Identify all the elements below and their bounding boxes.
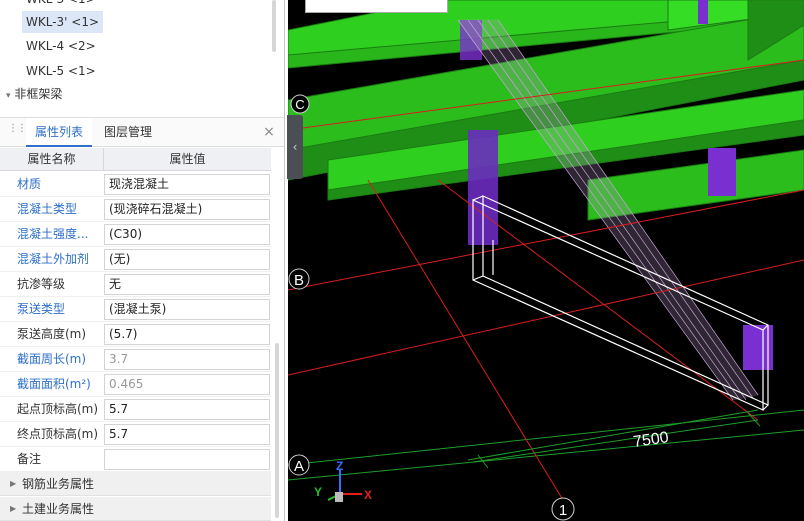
property-value-field[interactable]: (C30)	[104, 224, 270, 245]
property-name[interactable]: 混凝土类型	[17, 197, 77, 222]
overlay-panel	[305, 0, 448, 13]
left-panel: WKL-3 <1> WKL-3' <1> WKL-4 <2> WKL-5 <1>…	[0, 0, 285, 521]
property-value-field[interactable]: 5.7	[104, 424, 270, 445]
property-value-field[interactable]: (5.7)	[104, 324, 270, 345]
tree-item-wkl-5[interactable]: WKL-5 <1>	[22, 60, 100, 82]
property-value-field: 0.465	[104, 374, 270, 395]
property-value-field[interactable]: (无)	[104, 249, 270, 270]
tree-group-non-frame-beam[interactable]: ▾ 非框架梁	[2, 83, 66, 105]
property-row: 终点顶标高(m) 5.7	[0, 422, 271, 447]
property-value-field[interactable]	[104, 449, 270, 470]
property-name[interactable]: 泵送类型	[17, 297, 65, 322]
group-label: 钢筋业务属性	[22, 477, 95, 491]
property-name: 终点顶标高(m)	[17, 427, 99, 441]
group-rebar-properties[interactable]: ▶ 钢筋业务属性	[0, 472, 271, 496]
group-civil-properties[interactable]: ▶ 土建业务属性	[0, 497, 271, 521]
property-row: 混凝土外加剂 (无)	[0, 247, 271, 272]
tab-property-list[interactable]: 属性列表	[26, 118, 93, 147]
tab-layer-management[interactable]: 图层管理	[95, 118, 161, 147]
property-name[interactable]: 混凝土强度...	[17, 222, 88, 247]
column-header-value: 属性值	[104, 148, 271, 171]
tree-scrollbar[interactable]	[272, 0, 276, 52]
property-row: 材质 现浇混凝土	[0, 172, 271, 197]
property-row: 混凝土类型 (现浇碎石混凝土)	[0, 197, 271, 222]
property-row: 泵送类型 (混凝土泵)	[0, 297, 271, 322]
dimension-text: 7500	[632, 429, 670, 451]
collapse-caret-icon: ▾	[6, 91, 11, 101]
property-row: 混凝土强度... (C30)	[0, 222, 271, 247]
group-label: 土建业务属性	[22, 502, 95, 516]
property-name[interactable]: 混凝土外加剂	[17, 247, 89, 272]
triad-label-z: Z	[336, 459, 343, 473]
axis-label-a: A	[294, 458, 304, 475]
3d-viewport[interactable]: B A 1 C 7500 Z X Y	[288, 0, 804, 521]
property-name[interactable]: 材质	[17, 172, 41, 197]
model-scene: B A 1 C 7500 Z X Y	[288, 0, 804, 521]
property-name: 起点顶标高(m)	[17, 402, 99, 416]
close-icon[interactable]: ×	[262, 124, 276, 140]
expand-caret-icon: ▶	[10, 504, 17, 513]
property-name[interactable]: 截面面积(m²)	[17, 372, 91, 397]
triad-label-x: X	[364, 488, 372, 502]
property-value-field[interactable]: 现浇混凝土	[104, 174, 270, 195]
expand-caret-icon: ▶	[10, 479, 17, 488]
property-name: 抗渗等级	[17, 277, 66, 291]
property-name: 泵送高度(m)	[17, 327, 87, 341]
property-row: 备注	[0, 447, 271, 472]
component-tree: WKL-3 <1> WKL-3' <1> WKL-4 <2> WKL-5 <1>…	[0, 0, 284, 112]
property-value-field[interactable]: 5.7	[104, 399, 270, 420]
property-row: 截面面积(m²) 0.465	[0, 372, 271, 397]
tree-group-label: 非框架梁	[14, 87, 63, 101]
column-header-name: 属性名称	[0, 148, 104, 171]
tree-item-wkl-3-prime[interactable]: WKL-3' <1>	[22, 11, 104, 33]
property-name: 备注	[17, 452, 42, 466]
tree-item-wkl-4[interactable]: WKL-4 <2>	[22, 35, 100, 57]
triad-label-y: Y	[314, 485, 322, 499]
collapse-panel-handle[interactable]: ‹	[287, 115, 303, 179]
property-value-field[interactable]: 无	[104, 274, 270, 295]
axis-label-c: C	[295, 97, 304, 112]
axis-label-1: 1	[559, 502, 567, 519]
panel-tab-bar: ⋮⋮ 属性列表 图层管理 ×	[0, 117, 284, 147]
property-row: 截面周长(m) 3.7	[0, 347, 271, 372]
property-name[interactable]: 截面周长(m)	[17, 347, 86, 372]
property-row: 起点顶标高(m) 5.7	[0, 397, 271, 422]
property-row: 泵送高度(m) (5.7)	[0, 322, 271, 347]
property-row: 抗渗等级 无	[0, 272, 271, 297]
property-value-field[interactable]: (混凝土泵)	[104, 299, 270, 320]
axis-label-b: B	[294, 272, 304, 289]
drag-grip-icon[interactable]: ⋮⋮	[8, 124, 27, 138]
property-scrollbar[interactable]	[275, 343, 279, 518]
property-value-field: 3.7	[104, 349, 270, 370]
tree-item-wkl-3[interactable]: WKL-3 <1>	[22, 0, 100, 10]
property-value-field[interactable]: (现浇碎石混凝土)	[104, 199, 270, 220]
